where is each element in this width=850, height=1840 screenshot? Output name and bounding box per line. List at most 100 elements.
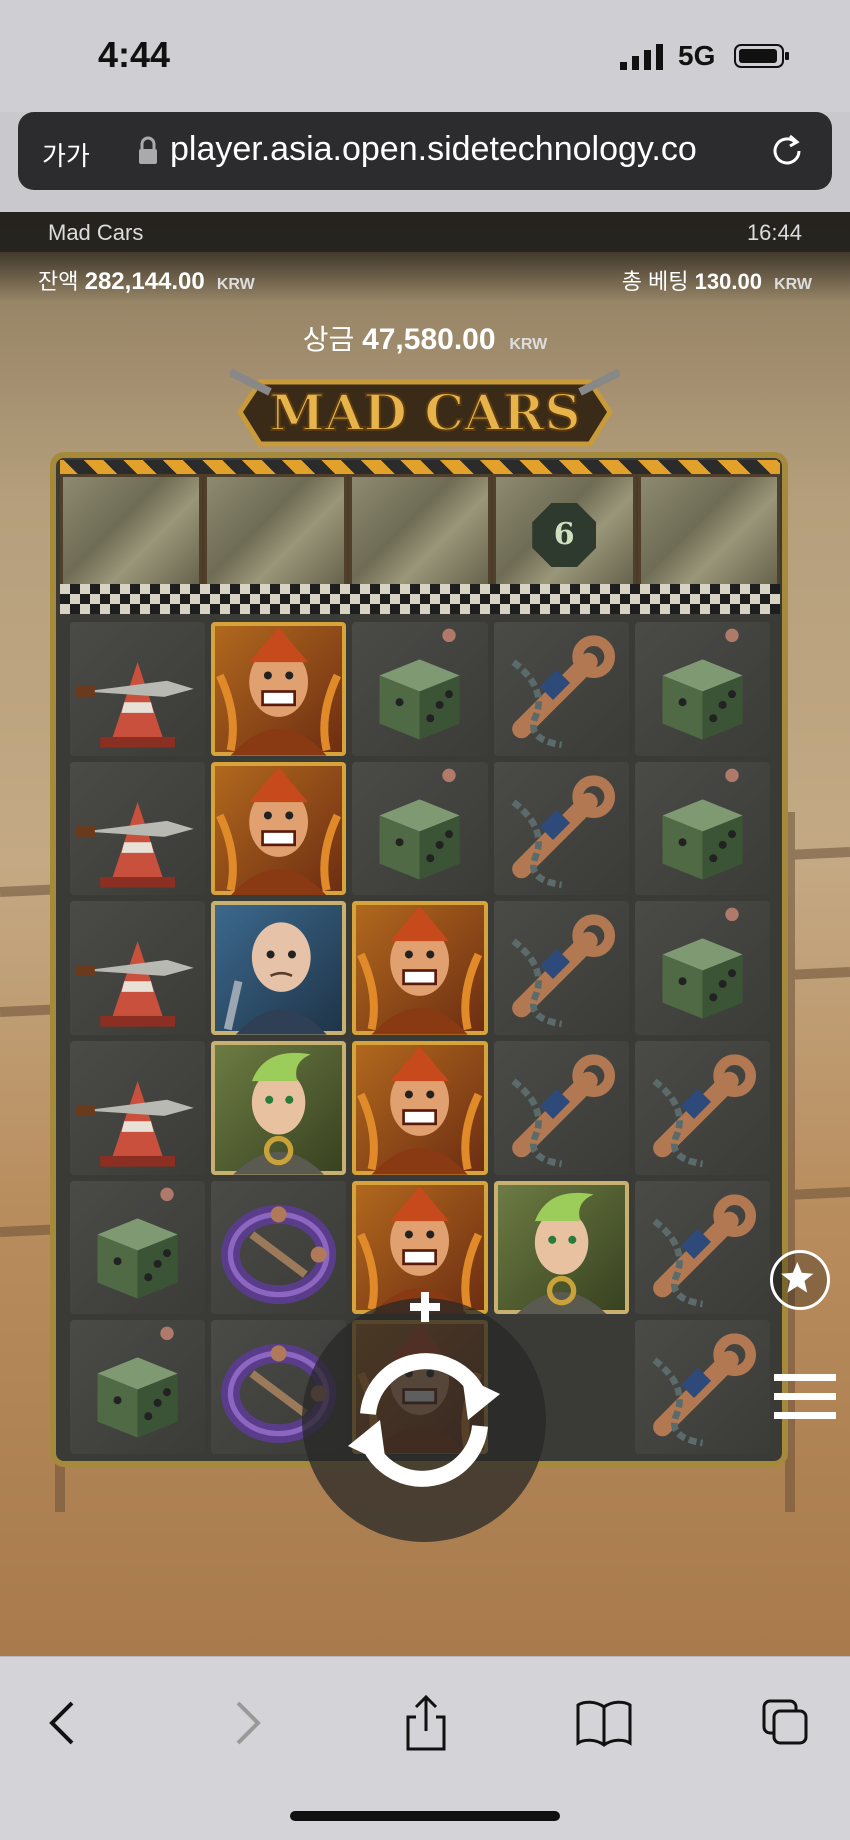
win-value: 47,580.00 bbox=[362, 323, 496, 356]
logo-text: MAD CARS bbox=[269, 383, 580, 442]
reel-cell bbox=[70, 622, 206, 756]
reel-cell bbox=[493, 761, 629, 896]
game-title: Mad Cars bbox=[48, 220, 144, 245]
reel-cell bbox=[493, 1180, 629, 1315]
header-plate bbox=[204, 474, 347, 600]
header-plate: 6 bbox=[493, 474, 636, 600]
reel-cell bbox=[634, 1180, 770, 1315]
wrench-chain-icon bbox=[652, 1194, 756, 1307]
reel-cell bbox=[211, 622, 347, 756]
reel-cell bbox=[634, 1041, 770, 1175]
win-currency: KRW bbox=[509, 336, 548, 353]
url-text[interactable]: player.asia.open.sidetechnology.co bbox=[170, 130, 760, 169]
share-icon[interactable] bbox=[396, 1693, 456, 1753]
reel-cell bbox=[493, 1041, 629, 1175]
reel-cell bbox=[634, 761, 770, 896]
checkered-strip bbox=[60, 584, 780, 614]
bookmarks-icon[interactable] bbox=[574, 1693, 634, 1753]
lock-icon bbox=[139, 136, 157, 164]
menu-icon[interactable] bbox=[774, 1372, 836, 1422]
spin-button[interactable] bbox=[328, 1324, 520, 1516]
reel-cell bbox=[70, 1041, 206, 1175]
header-plate bbox=[60, 474, 203, 600]
reload-icon[interactable] bbox=[766, 130, 808, 172]
game-clock: 16:44 bbox=[746, 220, 802, 245]
reel-header-row: 6 bbox=[60, 474, 781, 600]
villain-icon bbox=[216, 767, 342, 896]
cone-knife-icon bbox=[76, 801, 194, 888]
dice-icon bbox=[662, 768, 743, 880]
text-size-button[interactable]: 가가 bbox=[42, 136, 90, 173]
reel-cell bbox=[70, 1180, 206, 1315]
address-bar[interactable]: 가가 player.asia.open.sidetechnology.co bbox=[18, 112, 832, 190]
reel-cell bbox=[211, 1180, 347, 1315]
tabs-icon[interactable] bbox=[756, 1693, 816, 1753]
balance-display: 잔액 282,144.00 KRW bbox=[38, 264, 255, 296]
reel-cell bbox=[634, 622, 770, 756]
bald-man-icon bbox=[224, 922, 327, 1035]
reel-cell bbox=[634, 901, 770, 1035]
favorite-button[interactable] bbox=[770, 1250, 830, 1310]
green-hair-woman-icon bbox=[515, 1192, 607, 1315]
villain-icon bbox=[216, 627, 342, 756]
plus-icon[interactable] bbox=[408, 1290, 442, 1324]
bet-currency: KRW bbox=[774, 276, 812, 293]
balance-label: 잔액 bbox=[38, 269, 79, 294]
bet-label: 총 베팅 bbox=[621, 269, 689, 294]
reel-cell bbox=[352, 901, 488, 1035]
header-multiplier: 6 bbox=[532, 503, 597, 567]
reel-cell bbox=[352, 622, 488, 756]
reel-cell bbox=[352, 1041, 488, 1175]
purple-ring-icon bbox=[221, 1204, 337, 1304]
villain-icon bbox=[357, 1046, 483, 1175]
wrench-chain-icon bbox=[510, 775, 615, 888]
reel-cell bbox=[211, 901, 347, 1035]
cone-knife-icon bbox=[76, 941, 194, 1027]
win-display: 상금 47,580.00 KRW bbox=[0, 318, 850, 358]
forward-icon[interactable] bbox=[216, 1693, 276, 1753]
status-bar: 4:44 5G bbox=[0, 0, 850, 112]
wrench-chain-icon bbox=[652, 1333, 756, 1447]
browser-toolbar bbox=[0, 1656, 850, 1840]
balance-value: 282,144.00 bbox=[84, 268, 205, 295]
wrench-chain-icon bbox=[511, 635, 615, 749]
game-logo: MAD CARS bbox=[230, 368, 620, 447]
bet-value: 130.00 bbox=[694, 269, 762, 294]
cellular-signal-icon bbox=[620, 44, 663, 70]
green-hair-woman-icon bbox=[233, 1052, 325, 1175]
dice-icon bbox=[97, 1187, 178, 1299]
cone-knife-icon bbox=[76, 1081, 194, 1167]
reel-cell bbox=[352, 761, 488, 896]
game-area[interactable]: Mad Cars 16:44 잔액 282,144.00 KRW 총 베팅 13… bbox=[0, 212, 850, 1656]
reel-cell bbox=[634, 1320, 770, 1454]
win-label: 상금 bbox=[302, 324, 355, 355]
villain-icon bbox=[357, 906, 483, 1035]
dice-icon bbox=[379, 628, 461, 740]
dice-icon bbox=[379, 768, 461, 880]
reel-cell bbox=[70, 901, 206, 1035]
battery-icon bbox=[734, 44, 789, 68]
wrench-chain-icon bbox=[510, 914, 615, 1028]
reel-cell bbox=[70, 1320, 206, 1454]
reel-cell bbox=[70, 761, 206, 896]
wrench-chain-icon bbox=[511, 1054, 615, 1168]
dice-icon bbox=[662, 908, 743, 1019]
dice-icon bbox=[662, 628, 743, 740]
game-info-bar: 잔액 282,144.00 KRW 총 베팅 130.00 KRW bbox=[0, 252, 850, 302]
network-type: 5G bbox=[678, 40, 716, 71]
game-top-bar: Mad Cars 16:44 bbox=[0, 212, 850, 252]
balance-currency: KRW bbox=[216, 276, 255, 293]
reel-cell bbox=[493, 901, 629, 1035]
star-icon bbox=[781, 1262, 814, 1293]
dice-icon bbox=[97, 1327, 178, 1438]
status-time: 4:44 bbox=[98, 34, 171, 75]
wrench-chain-icon bbox=[652, 1054, 756, 1168]
home-indicator bbox=[290, 1811, 560, 1821]
back-icon[interactable] bbox=[34, 1693, 94, 1753]
cone-knife-icon bbox=[76, 662, 194, 748]
reel-cell bbox=[211, 761, 347, 896]
bet-display: 총 베팅 130.00 KRW bbox=[622, 264, 812, 296]
header-plate bbox=[637, 474, 781, 600]
reel-cell bbox=[211, 1041, 347, 1175]
reel-cell bbox=[493, 622, 629, 756]
